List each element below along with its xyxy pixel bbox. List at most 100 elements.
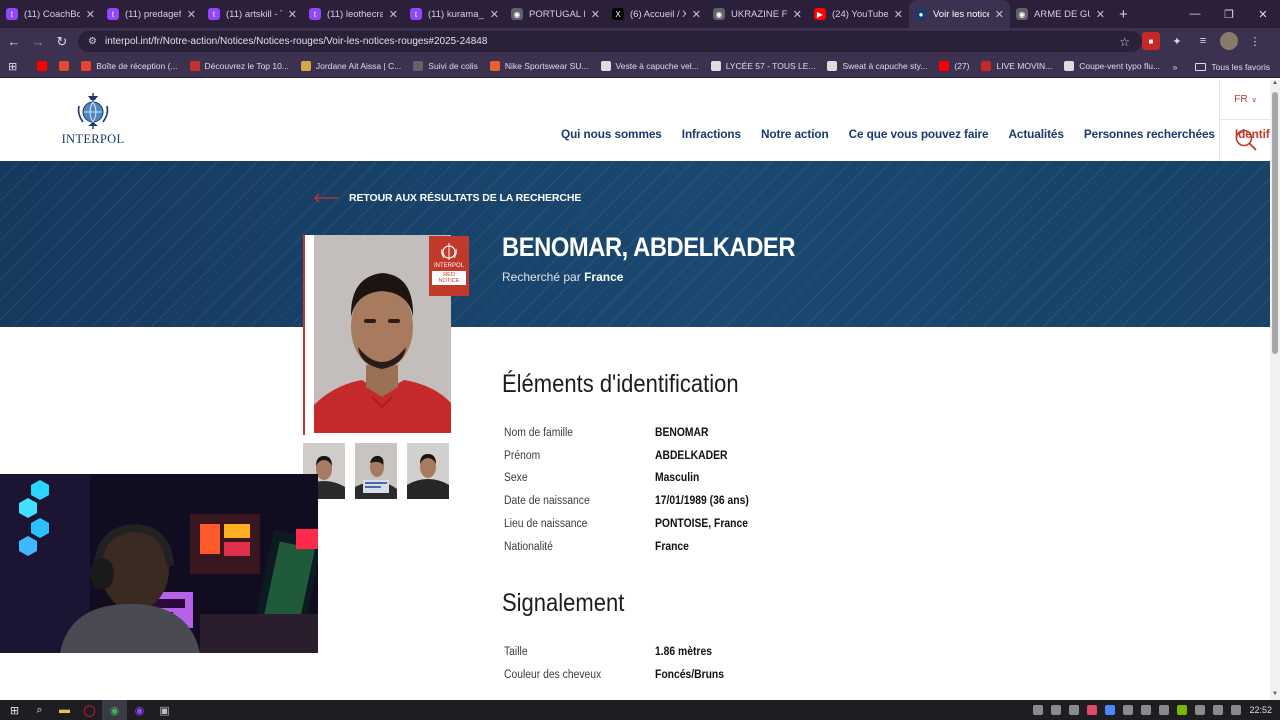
omnibox[interactable]: ⚙ interpol.int/fr/Notre-action/Notices/N… <box>78 31 1142 52</box>
extension-red-icon[interactable]: ■ <box>1142 32 1160 50</box>
clock[interactable]: 22:52 <box>1249 705 1272 715</box>
bookmark-item[interactable]: Découvrez le Top 10... <box>189 61 289 71</box>
tab-close-icon[interactable]: ✕ <box>591 8 600 21</box>
site-info-icon[interactable]: ⚙ <box>88 36 97 47</box>
browser-tab[interactable]: ◉ PORTUGAL MA ✕ <box>505 0 606 28</box>
forward-arrow-icon[interactable]: → <box>26 30 50 54</box>
media-control-icon[interactable]: ≡ <box>1194 32 1212 50</box>
browser-tab[interactable]: ▶ (24) YouTube ✕ <box>808 0 909 28</box>
bookmark-star-icon[interactable]: ☆ <box>1119 35 1130 49</box>
scroll-up-icon[interactable]: ▲ <box>1270 80 1280 90</box>
bookmark-item[interactable]: LYCÉE 57 - TOUS LE... <box>710 61 815 71</box>
language-selector[interactable]: FR ∨ <box>1220 80 1271 120</box>
nav-link[interactable]: Infractions <box>682 127 741 141</box>
header-utility: FR ∨ <box>1219 80 1271 161</box>
tray-network-icon[interactable] <box>1195 705 1206 715</box>
browser-tab[interactable]: X (6) Accueil / X ✕ <box>606 0 707 28</box>
twitch-app-icon[interactable]: ◉ <box>127 700 152 720</box>
reload-icon[interactable]: ↻ <box>50 30 74 54</box>
apps-grid-icon[interactable]: ⊞ <box>8 60 17 73</box>
bookmark-item[interactable] <box>59 61 70 71</box>
search-icon[interactable] <box>1234 128 1258 152</box>
bookmark-item[interactable]: Coupe-vent typo flu... <box>1064 61 1160 71</box>
minimize-icon[interactable]: — <box>1178 0 1212 28</box>
restore-icon[interactable]: ❐ <box>1212 0 1246 28</box>
thumbnail-photo-3[interactable] <box>407 443 449 499</box>
thumbnail-photo-2[interactable] <box>355 443 397 499</box>
chrome-icon[interactable]: ◉ <box>102 700 127 720</box>
extensions-puzzle-icon[interactable]: ✦ <box>1168 32 1186 50</box>
tab-close-icon[interactable]: ✕ <box>389 8 398 21</box>
nav-link[interactable]: Actualités <box>1008 127 1063 141</box>
bookmark-item[interactable]: Jordane Ait Aissa | C... <box>300 61 402 71</box>
tab-close-icon[interactable]: ✕ <box>187 8 196 21</box>
close-window-icon[interactable]: ✕ <box>1246 0 1280 28</box>
tray-app-icon-3[interactable] <box>1069 705 1080 715</box>
tray-nvidia-icon[interactable] <box>1177 705 1188 715</box>
bookmark-item[interactable]: Suivi de colis <box>413 61 478 71</box>
browser-tab[interactable]: t (11) CoachBou ✕ <box>0 0 101 28</box>
browser-tab[interactable]: ● Voir les notices ✕ <box>909 0 1010 28</box>
browser-tab[interactable]: t (11) kurama_20 ✕ <box>404 0 505 28</box>
nav-link[interactable]: Qui nous sommes <box>561 127 662 141</box>
file-explorer-icon[interactable]: ▬ <box>52 700 77 720</box>
page-scrollbar[interactable]: ▲ ▼ <box>1270 80 1280 701</box>
back-arrow-icon[interactable]: ← <box>2 30 26 54</box>
url-text[interactable]: interpol.int/fr/Notre-action/Notices/Not… <box>105 36 487 47</box>
bookmark-item[interactable] <box>37 61 48 71</box>
browser-tab[interactable]: t (11) leothecrac ✕ <box>303 0 404 28</box>
back-to-results-link[interactable]: RETOUR AUX RÉSULTATS DE LA RECHERCHE <box>313 192 581 204</box>
tab-title: (6) Accueil / X <box>630 8 686 20</box>
tray-bluetooth-icon[interactable] <box>1105 705 1116 715</box>
bookmark-item[interactable]: Sweat à capuche sty... <box>827 61 927 71</box>
tray-app-icon-8[interactable] <box>1159 705 1170 715</box>
bookmark-item[interactable]: LIVE MOVIN... <box>981 61 1052 71</box>
all-bookmarks-folder[interactable]: Tous les favoris <box>1195 62 1270 72</box>
detail-label: Nationalité <box>504 540 553 553</box>
tab-close-icon[interactable]: ✕ <box>793 8 802 21</box>
profile-avatar-icon[interactable] <box>1220 32 1238 50</box>
browser-menu-icon[interactable]: ⋮ <box>1246 32 1264 50</box>
bookmark-label: Jordane Ait Aissa | C... <box>315 61 402 71</box>
nav-link[interactable]: Personnes recherchées <box>1084 127 1215 141</box>
browser-tab[interactable]: t (11) predagefr ✕ <box>101 0 202 28</box>
new-tab-button[interactable]: + <box>1111 6 1136 23</box>
browser-tab[interactable]: t (11) artskill - Tw ✕ <box>202 0 303 28</box>
tab-title: ARME DE GUE <box>1034 8 1090 20</box>
tray-volume-icon[interactable] <box>1213 705 1224 715</box>
interpol-logo[interactable]: INTERPOL <box>62 92 124 152</box>
taskbar-search-icon[interactable]: ⌕ <box>27 700 52 720</box>
browser-tab[interactable]: ◉ ARME DE GUE ✕ <box>1010 0 1111 28</box>
bookmark-item[interactable]: Boîte de réception (... <box>81 61 178 71</box>
tray-app-icon-4[interactable] <box>1087 705 1098 715</box>
tray-battery-icon[interactable] <box>1231 705 1242 715</box>
tab-close-icon[interactable]: ✕ <box>995 8 1004 21</box>
bookmark-item[interactable]: Veste à capuche vel... <box>600 61 699 71</box>
tray-app-icon-6[interactable] <box>1123 705 1134 715</box>
more-bookmarks-icon[interactable]: » <box>1173 62 1178 72</box>
tray-app-icon-2[interactable] <box>1051 705 1062 715</box>
tray-app-icon-7[interactable] <box>1141 705 1152 715</box>
opera-icon[interactable]: ◯ <box>77 700 102 720</box>
nav-link[interactable]: Notre action <box>761 127 829 141</box>
obs-icon[interactable]: ▣ <box>152 700 177 720</box>
tab-close-icon[interactable]: ✕ <box>1096 8 1105 21</box>
bookmark-item[interactable]: (27) <box>939 61 969 71</box>
bookmark-item[interactable]: Nike Sportswear SU... <box>489 61 589 71</box>
tab-close-icon[interactable]: ✕ <box>894 8 903 21</box>
tab-close-icon[interactable]: ✕ <box>490 8 499 21</box>
bookmark-label: Sweat à capuche sty... <box>842 61 928 71</box>
tab-title: (11) predagefr <box>125 8 181 20</box>
all-bookmarks-label: Tous les favoris <box>1211 61 1270 72</box>
bookmark-favicon-icon <box>939 61 950 71</box>
tab-close-icon[interactable]: ✕ <box>86 8 95 21</box>
window-controls: — ❐ ✕ <box>1178 0 1280 28</box>
tab-close-icon[interactable]: ✕ <box>288 8 297 21</box>
windows-start-icon[interactable]: ⊞ <box>2 700 27 720</box>
browser-tab[interactable]: ◉ UKRAZINE FR/ ✕ <box>707 0 808 28</box>
nav-link[interactable]: Ce que vous pouvez faire <box>849 127 989 141</box>
tray-discord-icon[interactable] <box>1033 705 1044 715</box>
tab-close-icon[interactable]: ✕ <box>692 8 701 21</box>
scrollbar-thumb[interactable] <box>1272 92 1278 354</box>
red-notice-badge: INTERPOL RED NOTICE <box>429 236 469 296</box>
